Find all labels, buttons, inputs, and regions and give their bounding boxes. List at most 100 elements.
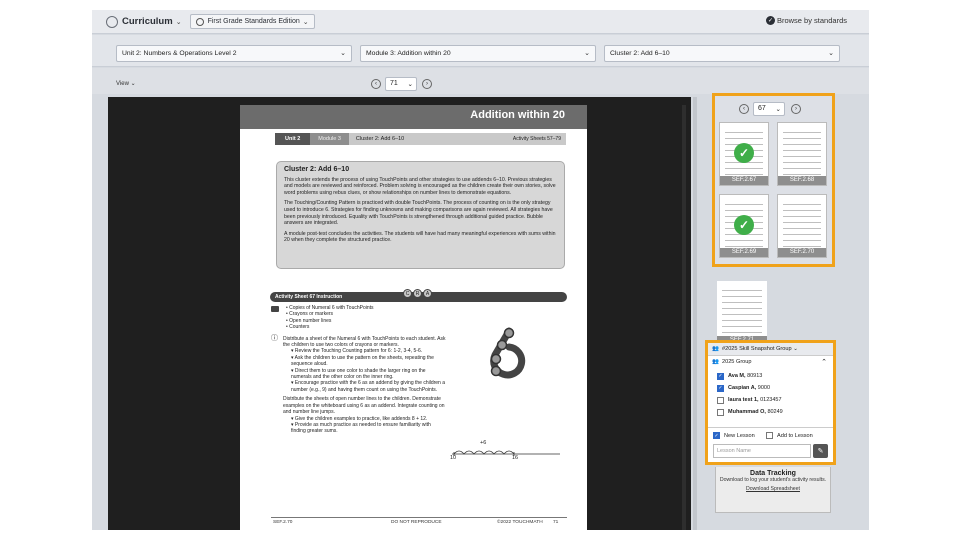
cluster-summary-box: Cluster 2: Add 6–10 This cluster extends… — [276, 161, 565, 269]
new-lesson-option[interactable]: ✓ New Lesson — [713, 432, 755, 439]
thumbnail-label: SEF.2.69 — [720, 248, 768, 257]
chevron-down-icon: ⌄ — [407, 81, 413, 88]
thumbnail-preview — [722, 285, 762, 333]
number-line-figure: +6 10 16 — [450, 440, 562, 462]
browse-label: Browse by standards — [776, 16, 847, 25]
lesson-name-input[interactable]: Lesson Name — [713, 444, 811, 458]
cra-badge-a: A — [423, 289, 432, 298]
thumbnail-sef-2-69[interactable]: ✓ SEF.2.69 — [719, 194, 769, 258]
thumb-next-button[interactable]: › — [791, 104, 801, 114]
member-id: 80913 — [747, 373, 763, 379]
cra-badge-c: C — [403, 289, 412, 298]
member-row[interactable]: Muhammad O, 80249 — [717, 407, 783, 417]
snapshot-group-dropdown[interactable]: 👥 #2025 Skill Snapshot Group ⌄ — [708, 343, 833, 356]
completed-check-icon: ✓ — [734, 143, 754, 163]
add-to-lesson-checkbox[interactable] — [766, 432, 773, 439]
edition-label: First Grade Standards Edition — [207, 18, 300, 25]
instruction-2: Distribute the sheets of open number lin… — [283, 396, 445, 416]
thumbnail-sef-2-71[interactable]: SEF.2.71 — [717, 281, 767, 345]
member-row[interactable]: laura test 1, 0123457 — [717, 395, 782, 405]
module-select-value: Module 3: Addition within 20 — [366, 50, 451, 57]
material-item: • Counters — [286, 324, 310, 331]
thumb-page-select[interactable]: 67 ⌄ — [753, 102, 785, 116]
thumbnail-selector: ‹ 67 ⌄ › ✓ SEF.2.67 SEF.2.68 ✓ SEF.2.69 — [712, 93, 835, 267]
view-toolbar: View ⌄ ‹ 71 ⌄ › — [92, 68, 869, 94]
edition-icon — [195, 17, 204, 26]
cluster-heading: Cluster 2: Add 6–10 — [284, 166, 350, 173]
footer-notice: DO NOT REPRODUCE — [391, 520, 442, 525]
materials-icon — [271, 306, 279, 312]
group-header[interactable]: 👥 2025 Group ⌃ — [708, 356, 833, 369]
add-to-lesson-option[interactable]: Add to Lesson — [766, 432, 813, 439]
number-line-start: 10 — [450, 455, 457, 461]
download-spreadsheet-link[interactable]: Download Spreadsheet — [716, 486, 830, 492]
member-name: Ava M, — [728, 373, 746, 379]
member-row[interactable]: ✓ Caspian A, 9000 — [717, 383, 770, 393]
chevron-right-icon: › — [795, 106, 797, 112]
chevron-right-icon: › — [426, 81, 428, 87]
module-select[interactable]: Module 3: Addition within 20 ⌄ — [360, 45, 596, 62]
check-circle-icon: ✓ — [765, 16, 775, 25]
document-viewer[interactable]: Addition within 20 Unit 2 Module 3 Clust… — [108, 97, 691, 530]
member-checkbox[interactable]: ✓ — [717, 384, 724, 392]
step-item: ▾ Encourage practice with the 6 as an ad… — [291, 380, 446, 393]
app-window: Curriculum ⌄ First Grade Standards Editi… — [92, 10, 869, 530]
doc-tab-sheets: Activity Sheets 57–79 — [512, 136, 561, 142]
new-lesson-checkbox[interactable]: ✓ — [713, 432, 720, 439]
chevron-down-icon: ⌄ — [302, 18, 309, 26]
instruction-1: Distribute a sheet of the Numeral 6 with… — [283, 335, 446, 349]
thumbnail-sef-2-68[interactable]: SEF.2.68 — [777, 122, 827, 186]
view-menu[interactable]: View ⌄ — [116, 80, 136, 87]
pencil-icon: ✎ — [817, 448, 824, 455]
info-icon: ⓘ — [271, 335, 278, 342]
chevron-left-icon: ‹ — [375, 81, 377, 87]
data-tracking-description: Download to log your student's activity … — [719, 477, 827, 483]
browse-by-standards-button[interactable]: ✓ Browse by standards — [765, 16, 847, 25]
member-row[interactable]: ✓ Ava M, 80913 — [717, 371, 762, 381]
thumb-prev-button[interactable]: ‹ — [739, 104, 749, 114]
data-tracking-card: Data Tracking Download to log your stude… — [715, 467, 831, 513]
app-title[interactable]: Curriculum — [122, 16, 173, 27]
thumbnail-sef-2-67[interactable]: ✓ SEF.2.67 — [719, 122, 769, 186]
add-to-lesson-label: Add to Lesson — [777, 432, 813, 439]
number-line-arcs — [452, 450, 560, 456]
document-footer: SEF.2.70 DO NOT REPRODUCE ©2022 TOUCHMAT… — [271, 517, 567, 527]
completed-check-icon: ✓ — [734, 215, 754, 235]
thumb-page-value: 67 — [758, 105, 766, 112]
unit-select[interactable]: Unit 2: Numbers & Operations Level 2 ⌄ — [116, 45, 352, 62]
document-banner: Addition within 20 — [240, 105, 587, 129]
page-select[interactable]: 71 ⌄ — [385, 77, 417, 91]
member-checkbox[interactable] — [717, 408, 724, 416]
chevron-down-icon: ⌄ — [340, 50, 346, 57]
edit-lesson-button[interactable]: ✎ — [813, 444, 828, 458]
prev-page-button[interactable]: ‹ — [371, 79, 381, 89]
panel-scrollbar[interactable] — [693, 97, 697, 530]
member-checkbox[interactable]: ✓ — [717, 372, 724, 380]
number-line-end: 16 — [512, 455, 519, 461]
page-select-value: 71 — [390, 80, 398, 87]
chevron-down-icon: ⌄ — [775, 106, 781, 113]
member-name: Caspian A, — [728, 385, 757, 391]
chevron-up-icon[interactable]: ⌃ — [821, 358, 827, 366]
step-item: ▾ Provide as much practice as needed to … — [291, 421, 431, 435]
group-assignment-panel: 👥 #2025 Skill Snapshot Group ⌄ 👥 2025 Grou… — [705, 340, 836, 465]
cluster-select[interactable]: Cluster 2: Add 6–10 ⌄ — [604, 45, 840, 62]
step-item: ▾ Direct them to use one color to shade … — [291, 367, 426, 381]
divider — [708, 427, 833, 428]
materials-list: • Copies of Numeral 6 with TouchPoints •… — [271, 305, 446, 331]
thumbnail-preview — [783, 127, 821, 175]
edition-dropdown[interactable]: First Grade Standards Edition ⌄ — [189, 14, 315, 29]
footer-code: SEF.2.70 — [273, 520, 293, 525]
snapshot-group-label: #2025 Skill Snapshot Group — [721, 346, 792, 352]
thumbnail-sef-2-70[interactable]: SEF.2.70 — [777, 194, 827, 258]
cra-badge-r: R — [413, 289, 422, 298]
chevron-left-icon: ‹ — [743, 106, 745, 112]
member-checkbox[interactable] — [717, 396, 724, 404]
next-page-button[interactable]: › — [422, 79, 432, 89]
member-name: Muhammad O, — [728, 409, 766, 415]
member-id: 0123457 — [760, 397, 782, 403]
thumbnail-preview — [783, 199, 821, 247]
chevron-down-icon: ⌄ — [793, 346, 798, 352]
chevron-down-icon[interactable]: ⌄ — [176, 18, 182, 26]
document-tab-strip: Unit 2 Module 3 Cluster 2: Add 6–10 Acti… — [275, 133, 566, 145]
